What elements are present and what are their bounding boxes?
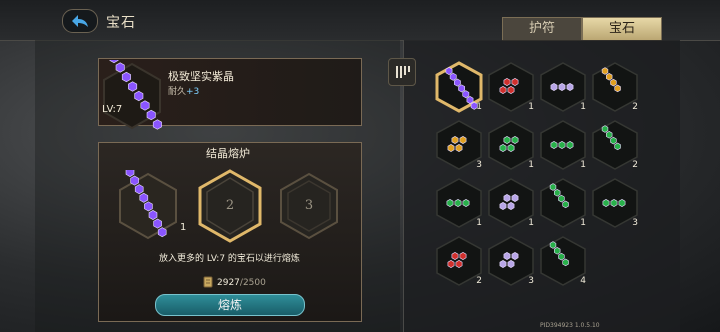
- amethyst-chain-icon: [103, 52, 162, 130]
- build-id: PID394923 1.0.5.10: [540, 322, 600, 329]
- gem-count: 1: [476, 102, 482, 112]
- sort-icon: [396, 66, 410, 78]
- furnace-slot-1[interactable]: [116, 167, 180, 246]
- gem-slot[interactable]: 3: [589, 176, 641, 230]
- gem-slot[interactable]: 1: [485, 176, 537, 230]
- back-button[interactable]: [62, 9, 98, 33]
- gem-slot[interactable]: 2: [589, 118, 641, 172]
- tab-gem[interactable]: 宝石: [582, 17, 662, 41]
- smelt-cost: 2927/2500: [217, 278, 266, 288]
- gem-count: 1: [476, 218, 482, 228]
- gem-count: 3: [632, 218, 638, 228]
- amethyst-chain-icon: [119, 167, 177, 240]
- back-arrow-icon: [72, 15, 88, 27]
- gem-slot[interactable]: 1: [485, 60, 537, 114]
- furnace-slot-1-count: 1: [180, 222, 187, 233]
- selected-gem-hex: [100, 52, 164, 136]
- gem-count: 1: [580, 218, 586, 228]
- gem-count: 1: [580, 160, 586, 170]
- sort-button[interactable]: [388, 58, 416, 86]
- gem-level: LV:7: [102, 104, 123, 115]
- gem-slot[interactable]: 1: [433, 60, 485, 114]
- gem-count: 1: [580, 102, 586, 112]
- furnace-slot-2-number: 2: [225, 198, 235, 213]
- gem-slot[interactable]: 2: [589, 60, 641, 114]
- gem-count: 4: [580, 276, 586, 286]
- gem-count: 3: [476, 160, 482, 170]
- gem-slot[interactable]: 4: [537, 234, 589, 288]
- gem-name: 极致坚实紫晶: [168, 70, 234, 83]
- gem-count: 2: [632, 160, 638, 170]
- furnace-slot-3[interactable]: 3: [277, 170, 341, 246]
- tab-amulet[interactable]: 护符: [502, 17, 582, 41]
- gem-count: 2: [476, 276, 482, 286]
- gem-durability: 耐久+3: [168, 84, 199, 97]
- gem-slot[interactable]: 2: [433, 234, 485, 288]
- cost-current: 2927: [217, 278, 240, 288]
- gem-slot[interactable]: 3: [433, 118, 485, 172]
- smelt-button[interactable]: 熔炼: [155, 294, 305, 316]
- furnace-hint: 放入更多的 LV:7 的宝石以进行熔炼: [159, 254, 300, 264]
- furnace-title: 结晶熔炉: [206, 147, 250, 160]
- scroll-icon: [203, 276, 213, 288]
- gem-stat-value: +3: [186, 87, 200, 97]
- furnace-slot-3-number: 3: [304, 198, 314, 213]
- gem-count: 1: [528, 102, 534, 112]
- gem-count: 2: [632, 102, 638, 112]
- gem-count: 1: [528, 160, 534, 170]
- gem-slot[interactable]: 1: [433, 176, 485, 230]
- furnace-slot-2[interactable]: 2: [196, 168, 264, 248]
- gem-stat-label: 耐久: [168, 87, 187, 97]
- page-title: 宝石: [106, 15, 136, 31]
- gem-slot[interactable]: 1: [537, 118, 589, 172]
- gem-count: 3: [528, 276, 534, 286]
- gem-slot[interactable]: 3: [485, 234, 537, 288]
- gem-slot[interactable]: 1: [537, 176, 589, 230]
- gem-count: 1: [528, 218, 534, 228]
- gem-slot[interactable]: 1: [485, 118, 537, 172]
- gem-slot[interactable]: 1: [537, 60, 589, 114]
- cost-max: /2500: [239, 278, 266, 288]
